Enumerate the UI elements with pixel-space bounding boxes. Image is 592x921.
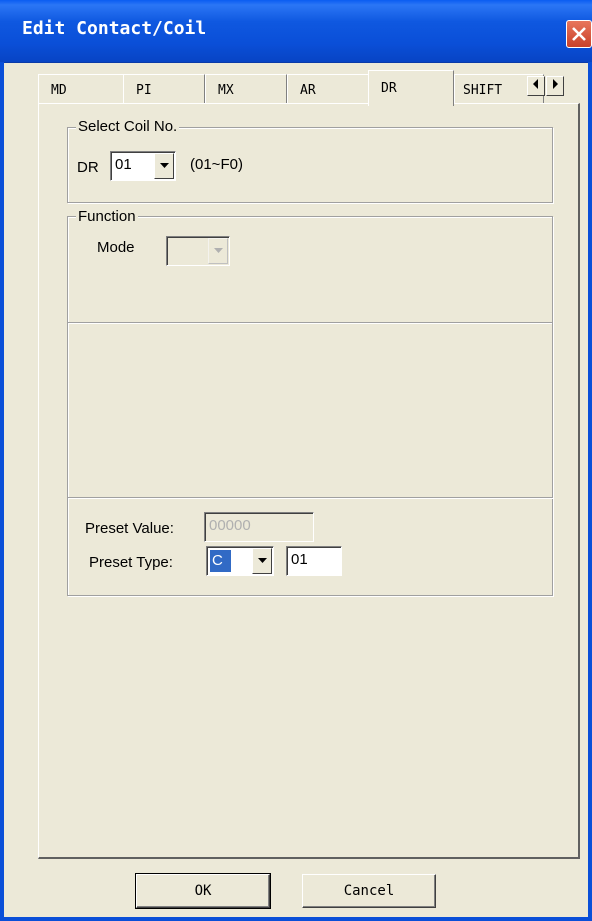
chevron-down-icon [214, 248, 223, 253]
preset-type-label: Preset Type: [89, 554, 173, 571]
close-icon [572, 27, 586, 41]
coil-dropdown-button[interactable] [154, 153, 174, 179]
arrow-right-icon [553, 79, 558, 89]
tab-mx[interactable]: MX [205, 74, 287, 104]
coil-prefix-label: DR [77, 159, 99, 176]
function-legend: Function [76, 208, 138, 225]
tab-label: MX [218, 83, 234, 98]
tab-pi[interactable]: PI [123, 74, 205, 104]
title-bar[interactable]: Edit Contact/Coil [0, 0, 592, 63]
window-frame-left [0, 62, 4, 921]
preset-type-value: C [210, 550, 231, 572]
select-coil-legend: Select Coil No. [76, 118, 180, 135]
chevron-down-icon [258, 558, 267, 563]
preset-type-select[interactable]: C [206, 546, 274, 576]
preset-type-number-field[interactable]: 01 [286, 546, 342, 576]
preset-value-field[interactable]: 00000 [204, 512, 314, 542]
ok-button[interactable]: OK [135, 873, 271, 909]
preset-type-dropdown-button[interactable] [252, 548, 272, 574]
tab-dr[interactable]: DR [368, 70, 454, 106]
tab-label: MD [51, 83, 67, 98]
coil-number-select[interactable]: 01 [110, 151, 176, 181]
tab-scroll-right-button[interactable] [546, 76, 564, 96]
coil-number-value: 01 [115, 156, 132, 173]
mode-select[interactable] [166, 236, 230, 266]
close-button[interactable] [566, 20, 592, 48]
mode-label: Mode [97, 239, 135, 256]
tab-label: SHIFT [463, 83, 503, 98]
tab-label: DR [381, 81, 397, 96]
cancel-button[interactable]: Cancel [302, 874, 436, 908]
tab-md[interactable]: MD [38, 74, 124, 104]
chevron-down-icon [160, 163, 169, 168]
window-title: Edit Contact/Coil [22, 18, 207, 39]
function-detail-area [67, 322, 553, 498]
window-frame-right [588, 62, 592, 921]
mode-dropdown-button[interactable] [208, 238, 228, 264]
tab-ar[interactable]: AR [287, 74, 369, 104]
tab-label: PI [136, 83, 152, 98]
arrow-left-icon [533, 79, 538, 89]
coil-range-label: (01~F0) [190, 156, 243, 173]
preset-value-label: Preset Value: [85, 520, 174, 537]
edit-contact-coil-dialog: Edit Contact/Coil MD PI MX AR DR SHIFT S… [0, 0, 592, 921]
window-frame-bottom [0, 917, 592, 921]
tab-label: AR [300, 83, 316, 98]
tab-scroll-left-button[interactable] [527, 76, 545, 96]
